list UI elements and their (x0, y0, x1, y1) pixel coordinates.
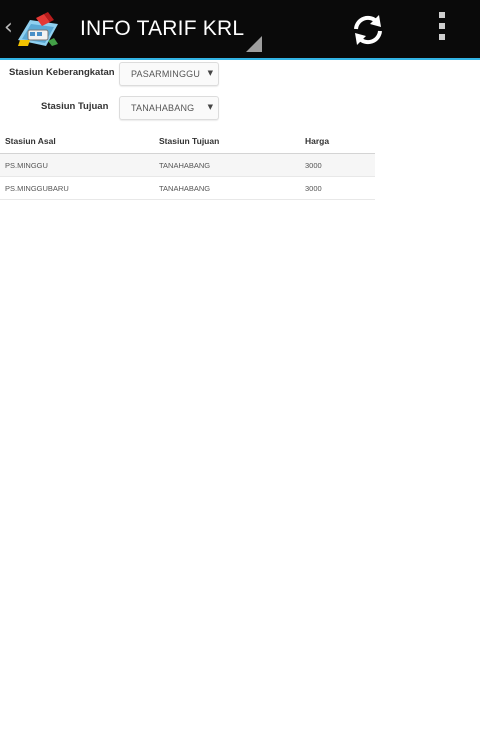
table-row[interactable]: PS.MINGGUBARU TANAHABANG 3000 (0, 177, 375, 200)
spinner-indicator-icon[interactable] (246, 36, 262, 52)
cell-origin: PS.MINGGU (5, 161, 48, 170)
dropdown-arrow-icon: ▼ (207, 69, 213, 77)
action-bar: ‹ INFO TARIF KRL (0, 0, 480, 60)
departure-value: PASARMINGGU (131, 69, 201, 79)
cell-destination: TANAHABANG (159, 161, 211, 170)
table-row[interactable]: PS.MINGGU TANAHABANG 3000 (0, 154, 375, 177)
cell-destination: TANAHABANG (159, 184, 211, 193)
refresh-icon[interactable] (350, 12, 386, 48)
column-header-destination: Stasiun Tujuan (159, 136, 220, 146)
column-header-price: Harga (305, 136, 330, 146)
column-header-origin: Stasiun Asal (5, 136, 56, 146)
departure-select[interactable]: PASARMINGGU ▼ (119, 62, 219, 86)
train-map-icon[interactable] (16, 10, 60, 48)
dropdown-arrow-icon: ▼ (207, 103, 213, 111)
cell-price: 3000 (305, 161, 322, 170)
fare-table: Stasiun Asal Stasiun Tujuan Harga PS.MIN… (0, 128, 375, 200)
cell-price: 3000 (305, 184, 322, 193)
cell-origin: PS.MINGGUBARU (5, 184, 69, 193)
destination-select[interactable]: TANAHABANG ▼ (119, 96, 219, 120)
overflow-menu-icon[interactable] (430, 12, 454, 46)
destination-value: TANAHABANG (131, 103, 195, 113)
destination-label: Stasiun Tujuan (41, 101, 109, 112)
table-header: Stasiun Asal Stasiun Tujuan Harga (0, 128, 375, 154)
up-chevron-icon[interactable]: ‹ (4, 17, 13, 39)
app-title: INFO TARIF KRL (80, 17, 245, 40)
departure-label: Stasiun Keberangkatan (9, 67, 115, 78)
